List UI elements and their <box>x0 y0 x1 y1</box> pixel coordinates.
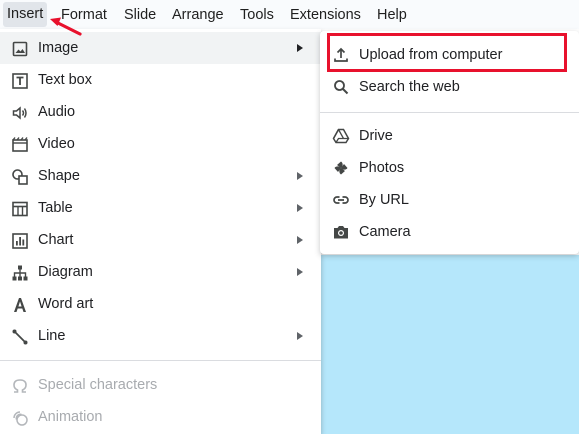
drive-icon <box>332 127 350 145</box>
menu-item-label: Animation <box>38 409 103 425</box>
menu-item-label: Diagram <box>38 264 93 280</box>
menu-help[interactable]: Help <box>377 6 407 24</box>
video-icon <box>11 136 29 154</box>
search-icon <box>332 78 350 96</box>
menu-item-label: Table <box>38 200 73 216</box>
omega-icon <box>11 377 29 395</box>
menu-item-label: Video <box>38 136 75 152</box>
menu-item-label: Special characters <box>38 377 158 393</box>
image-icon <box>11 40 29 58</box>
submenu-item-by-url[interactable]: By URL <box>320 184 579 216</box>
submenu-item-photos[interactable]: Photos <box>320 152 579 184</box>
menu-item-diagram[interactable]: Diagram <box>0 256 321 288</box>
menu-item-label: Text box <box>38 72 92 88</box>
menu-item-label: Chart <box>38 232 74 248</box>
line-icon <box>11 328 29 346</box>
menu-item-label: Line <box>38 328 66 344</box>
menu-item-animation: Animation <box>0 401 321 433</box>
submenu-item-label: By URL <box>359 192 409 208</box>
submenu-arrow-icon <box>297 204 303 212</box>
submenu-item-camera[interactable]: Camera <box>320 216 579 248</box>
menu-item-text-box[interactable]: Text box <box>0 64 321 96</box>
menu-item-line[interactable]: Line <box>0 320 321 352</box>
menu-item-audio[interactable]: Audio <box>0 96 321 128</box>
submenu-item-label: Camera <box>359 224 411 240</box>
menu-item-label: Audio <box>38 104 76 120</box>
menu-item-image[interactable]: Image <box>0 32 321 64</box>
menu-item-table[interactable]: Table <box>0 192 321 224</box>
menu-tools[interactable]: Tools <box>240 6 274 24</box>
menubar: Insert Format Slide Arrange Tools Extens… <box>0 0 579 29</box>
menu-extensions[interactable]: Extensions <box>290 6 361 24</box>
image-submenu: Upload from computer Search the web Driv… <box>320 31 579 254</box>
diagram-icon <box>11 264 29 282</box>
menu-item-label: Image <box>38 40 79 56</box>
submenu-arrow-icon <box>297 172 303 180</box>
menu-item-label: Shape <box>38 168 80 184</box>
submenu-item-label: Drive <box>359 128 393 144</box>
audio-icon <box>11 104 29 122</box>
camera-icon <box>332 223 350 241</box>
text-box-icon <box>11 72 29 90</box>
submenu-divider <box>320 112 579 113</box>
menu-slide[interactable]: Slide <box>124 6 156 24</box>
menu-item-shape[interactable]: Shape <box>0 160 321 192</box>
submenu-item-drive[interactable]: Drive <box>320 120 579 152</box>
red-annotation-box <box>327 33 567 72</box>
submenu-arrow-icon <box>297 332 303 340</box>
animation-icon <box>11 409 29 427</box>
submenu-arrow-icon <box>297 268 303 276</box>
link-icon <box>332 191 350 209</box>
photos-icon <box>332 159 350 177</box>
menu-divider <box>0 360 321 361</box>
menu-item-chart[interactable]: Chart <box>0 224 321 256</box>
submenu-item-search-the-web[interactable]: Search the web <box>320 71 579 103</box>
submenu-item-label: Search the web <box>359 79 460 95</box>
insert-menu: Image Text box Audio Video Shape Table C… <box>0 29 321 434</box>
menu-item-video[interactable]: Video <box>0 128 321 160</box>
menu-item-word-art[interactable]: Word art <box>0 288 321 320</box>
submenu-item-label: Photos <box>359 160 405 176</box>
table-icon <box>11 200 29 218</box>
submenu-arrow-icon <box>297 44 303 52</box>
menu-insert[interactable]: Insert <box>3 2 48 27</box>
menu-format[interactable]: Format <box>61 6 107 24</box>
slide-canvas[interactable] <box>320 255 579 434</box>
menu-item-label: Word art <box>38 296 94 312</box>
word-art-icon <box>11 296 29 314</box>
shape-icon <box>11 168 29 186</box>
submenu-arrow-icon <box>297 236 303 244</box>
menu-arrange[interactable]: Arrange <box>172 6 224 24</box>
menu-item-special-characters: Special characters <box>0 369 321 401</box>
chart-icon <box>11 232 29 250</box>
